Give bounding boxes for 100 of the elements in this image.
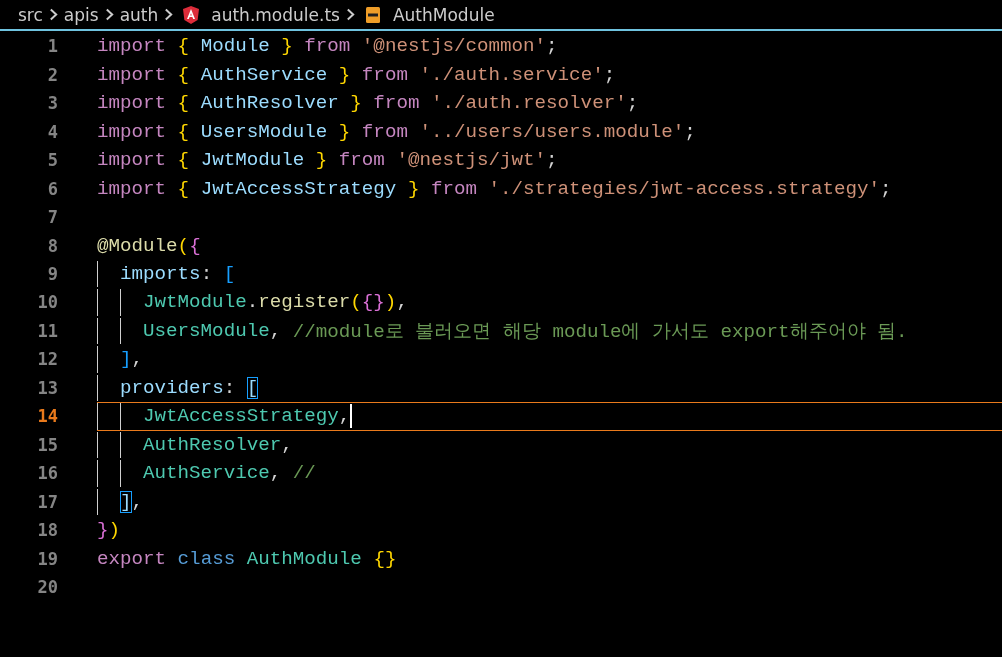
string-token: '../users/users.module': [419, 120, 685, 143]
bracket-token: (: [177, 234, 190, 257]
type-token: AuthModule: [246, 547, 363, 570]
keyword-token: import: [97, 120, 168, 143]
keyword-token: from: [373, 92, 421, 115]
bracket-token: {: [177, 92, 191, 115]
keyword-token: from: [361, 63, 409, 86]
line-number: 5: [46, 150, 58, 171]
punctuation-token: ;: [880, 177, 892, 200]
bracket-token: }: [281, 35, 294, 58]
line-number: 14: [36, 406, 58, 427]
chevron-right-icon: [48, 8, 58, 21]
chevron-right-icon: [345, 8, 355, 21]
line-number: 2: [46, 64, 58, 85]
identifier-token: providers: [120, 376, 224, 399]
line-number: 8: [46, 235, 58, 256]
keyword-token: import: [97, 92, 168, 115]
line-number: 16: [36, 463, 58, 484]
punctuation-token: ,: [131, 490, 144, 513]
type-token: AuthResolver: [143, 433, 282, 456]
line-number: 4: [46, 121, 58, 142]
bracket-token: {: [177, 35, 191, 58]
bracket-token: {: [177, 120, 191, 143]
identifier-token: Module: [200, 35, 271, 58]
code-comment: //: [292, 462, 316, 485]
bracket-token: {: [177, 177, 191, 200]
chevron-right-icon: [164, 8, 174, 21]
module-symbol-icon: [364, 5, 381, 24]
identifier-token: JwtModule: [200, 149, 306, 172]
type-token: JwtAccessStrategy: [143, 405, 339, 428]
bracket-token: }: [407, 177, 421, 200]
chevron-right-icon: [104, 8, 114, 21]
punctuation-token: ,: [281, 433, 293, 456]
breadcrumb-item[interactable]: auth.module.ts: [211, 4, 340, 25]
text-cursor: [350, 404, 353, 429]
string-token: './auth.resolver': [430, 92, 627, 115]
keyword-token: from: [361, 120, 409, 143]
line-number: 18: [36, 520, 58, 541]
type-token: JwtModule: [143, 291, 247, 314]
line-number: 20: [36, 577, 58, 598]
punctuation-token: ;: [546, 35, 558, 58]
punctuation-token: ;: [684, 120, 696, 143]
breadcrumb-item[interactable]: auth: [119, 4, 159, 25]
punctuation-token: ;: [626, 92, 639, 115]
bracket-token: }: [97, 519, 109, 542]
line-number: 6: [46, 178, 58, 199]
keyword-token: import: [97, 149, 168, 172]
bracket-token: }: [350, 92, 363, 115]
line-number: 19: [36, 548, 58, 569]
punctuation-token: ,: [396, 291, 408, 314]
bracket-token: ): [108, 519, 121, 542]
bracket-token: {: [177, 63, 191, 86]
bracket-token: }: [338, 120, 352, 143]
punctuation-token: ,: [269, 462, 283, 485]
punctuation-token: ,: [131, 348, 144, 371]
keyword-token: export: [97, 547, 168, 570]
bracket-token: }: [338, 63, 352, 86]
type-token: UsersModule: [143, 319, 270, 342]
line-number: 15: [36, 434, 58, 455]
code-comment: //module로 불러오면 해당 module에 가서도 export해주어야 됨.: [292, 319, 908, 344]
keyword-token: from: [338, 149, 386, 172]
punctuation-token: :: [200, 263, 214, 285]
bracket-token: (: [350, 291, 362, 314]
matched-bracket: [: [246, 376, 259, 399]
punctuation-token: .: [246, 291, 259, 314]
breadcrumb-item[interactable]: apis: [63, 4, 99, 25]
function-token: @Module: [97, 234, 178, 257]
identifier-token: JwtAccessStrategy: [200, 177, 398, 200]
keyword-token: class: [177, 547, 237, 570]
line-number: 11: [36, 320, 58, 341]
angular-file-icon: [183, 5, 200, 24]
keyword-token: import: [97, 63, 168, 86]
breadcrumb-item[interactable]: AuthModule: [392, 4, 495, 25]
breadcrumb-item[interactable]: src: [18, 4, 43, 25]
punctuation-token: ;: [546, 149, 558, 172]
string-token: '@nestjs/jwt': [396, 149, 547, 172]
punctuation-token: ;: [603, 63, 616, 86]
bracket-token: ]: [120, 348, 132, 371]
line-number: 12: [36, 349, 58, 370]
bracket-token: {: [189, 234, 201, 257]
bracket-token: ): [384, 291, 397, 314]
line-number: 3: [46, 93, 58, 114]
line-number: 10: [36, 292, 58, 313]
line-number: 9: [46, 264, 58, 284]
bracket-token: {: [177, 149, 191, 172]
keyword-token: import: [97, 177, 168, 200]
line-number: 13: [36, 377, 58, 398]
string-token: './strategies/jwt-access.strategy': [488, 177, 880, 200]
matched-bracket: ]: [120, 490, 132, 513]
string-token: '@nestjs/common': [361, 35, 547, 58]
line-number: 1: [46, 36, 58, 57]
bracket-token: {}: [361, 291, 385, 314]
function-token: register: [258, 291, 351, 314]
punctuation-token: ,: [338, 405, 351, 428]
punctuation-token: :: [223, 376, 237, 399]
keyword-token: from: [430, 177, 478, 200]
string-token: './auth.service': [419, 63, 604, 86]
identifier-token: AuthResolver: [200, 92, 340, 115]
identifier-token: imports: [120, 263, 201, 285]
identifier-token: UsersModule: [200, 120, 329, 143]
